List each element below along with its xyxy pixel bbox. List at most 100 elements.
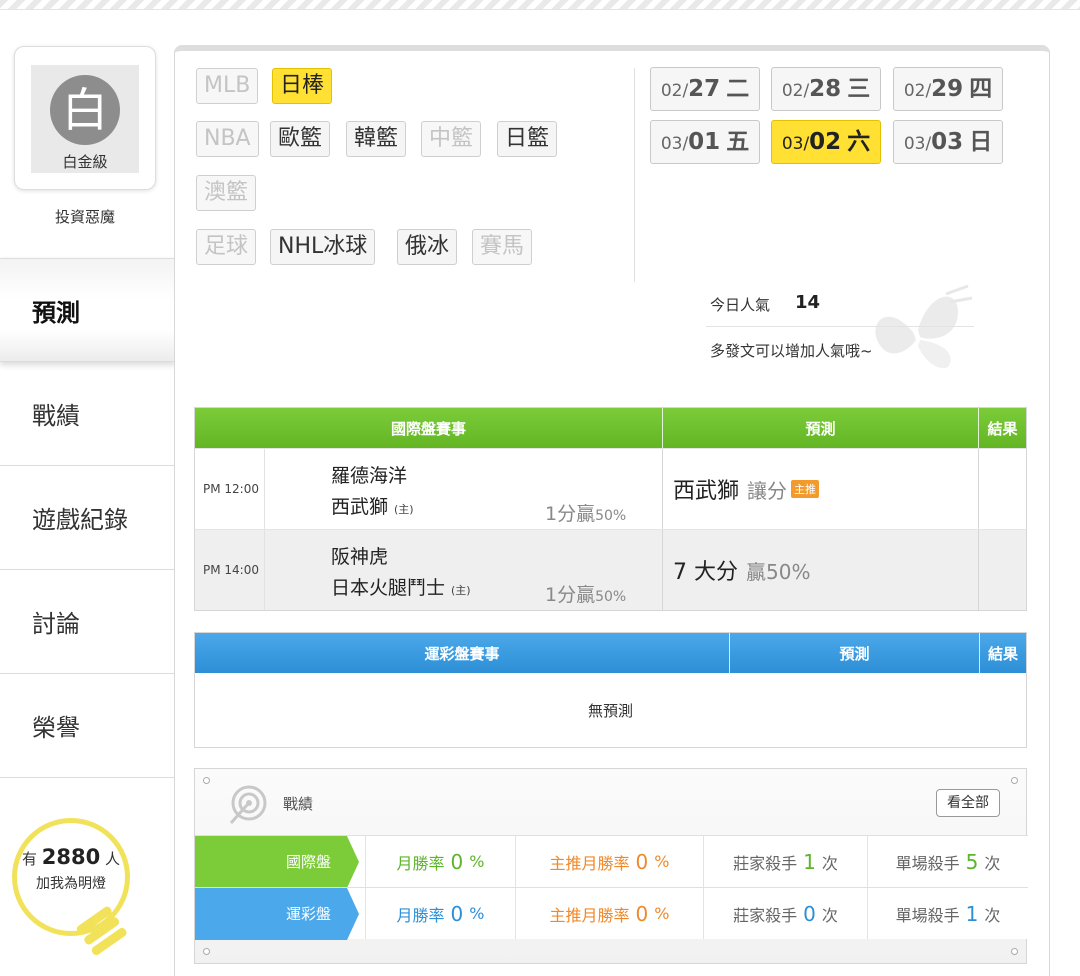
pick-team: 西武獅 bbox=[673, 479, 740, 504]
nav-game-history[interactable]: 遊戲紀錄 bbox=[0, 466, 174, 570]
sport-tag-aus-basketball[interactable]: 澳籃 bbox=[196, 175, 257, 211]
nav-record[interactable]: 戰績 bbox=[0, 362, 174, 466]
pick-team: 7 大分 bbox=[673, 560, 738, 585]
avatar: 白 bbox=[50, 75, 120, 145]
empty-message: 無預測 bbox=[587, 701, 633, 720]
sport-tag-khl[interactable]: 俄冰 bbox=[397, 229, 458, 265]
game-teams: 阪神虎 日本火腿鬥士 (主) 1分贏50% bbox=[265, 530, 663, 610]
record-row-label: 運彩盤 bbox=[285, 905, 331, 923]
date-button-selected[interactable]: 03/02 六 bbox=[771, 120, 881, 164]
single-killer: 單場殺手 5 次 bbox=[867, 836, 1028, 887]
sport-tag-soccer[interactable]: 足球 bbox=[196, 229, 257, 265]
divider bbox=[706, 326, 974, 327]
away-team: 羅德海洋 bbox=[331, 465, 408, 487]
record-row-intl: 國際盤 月勝率 0% 主推月勝率 0% 莊家殺手 1 次 單場殺手 5 次 bbox=[195, 835, 1028, 888]
sport-tag-mlb[interactable]: MLB bbox=[196, 68, 259, 104]
sidebar: 白 白金級 投資惡魔 戰績 遊戲紀錄 討論 榮譽 預測 有 2880 人 加我為… bbox=[0, 0, 176, 976]
game-teams: 羅德海洋 西武獅 (主) 1分贏50% bbox=[265, 449, 663, 529]
nav-label: 討論 bbox=[32, 610, 80, 638]
record-title: 戰績 bbox=[283, 795, 314, 813]
nav-label: 遊戲紀錄 bbox=[32, 506, 128, 534]
home-mark: (主) bbox=[394, 503, 414, 516]
bank-killer: 莊家殺手 1 次 bbox=[703, 836, 867, 887]
popularity-hint: 多發文可以增加人氣哦~ bbox=[710, 342, 873, 360]
date-button[interactable]: 02/27 二 bbox=[650, 67, 760, 111]
home-team: 日本火腿鬥士 bbox=[331, 577, 446, 599]
col-result: 結果 bbox=[987, 419, 1018, 438]
featured-badge: 主推 bbox=[791, 480, 820, 498]
sport-tag-china-basketball[interactable]: 中籃 bbox=[421, 121, 482, 157]
lamp-prefix: 有 bbox=[21, 850, 37, 868]
monthly-win-rate: 月勝率 0% bbox=[365, 888, 515, 939]
nav-prediction[interactable]: 預測 bbox=[0, 258, 176, 362]
date-button[interactable]: 03/01 五 bbox=[650, 120, 760, 164]
corner-dot bbox=[1011, 777, 1018, 784]
result-cell bbox=[979, 449, 1026, 529]
table-header: 國際盤賽事 預測 結果 bbox=[195, 408, 1026, 448]
prediction-cell: 西武獅 讓分 主推 bbox=[663, 449, 979, 529]
butterfly-icon bbox=[875, 284, 973, 369]
featured-win-rate: 主推月勝率 0% bbox=[515, 836, 703, 887]
pick-type: 讓分 bbox=[747, 478, 788, 503]
pick-type: 贏50% bbox=[746, 559, 811, 584]
lottery-predictions-table: 運彩盤賽事 預測 結果 無預測 bbox=[194, 632, 1027, 748]
popularity-value: 14 bbox=[795, 292, 821, 313]
profile-badge: 白 白金級 bbox=[31, 65, 139, 173]
single-killer: 單場殺手 1 次 bbox=[867, 888, 1028, 939]
corner-dot bbox=[203, 777, 210, 784]
username: 投資惡魔 bbox=[54, 208, 115, 226]
lamp-suffix: 人 bbox=[105, 850, 121, 868]
level-label: 白金級 bbox=[62, 153, 108, 171]
profile-card[interactable]: 白 白金級 bbox=[14, 46, 156, 190]
date-button[interactable]: 03/03 日 bbox=[893, 120, 1003, 164]
table-row[interactable]: PM 14:00 阪神虎 日本火腿鬥士 (主) 1分贏50% 7 大分 贏50% bbox=[195, 529, 1026, 610]
target-icon bbox=[229, 785, 267, 824]
home-mark: (主) bbox=[451, 584, 471, 597]
spread: 1分贏 bbox=[545, 503, 596, 525]
corner-dot bbox=[203, 948, 210, 955]
bank-killer: 莊家殺手 0 次 bbox=[703, 888, 867, 939]
prediction-cell: 7 大分 贏50% bbox=[663, 530, 979, 610]
divider bbox=[634, 68, 635, 282]
sport-tag-npb[interactable]: 日棒 bbox=[272, 68, 333, 104]
col-prediction: 預測 bbox=[663, 408, 979, 448]
spread: 1分贏 bbox=[545, 584, 596, 606]
col-result: 結果 bbox=[987, 644, 1018, 663]
lamp-count: 2880 bbox=[41, 845, 101, 869]
sport-tag-nba[interactable]: NBA bbox=[196, 121, 259, 157]
sport-tag-euro-basketball[interactable]: 歐籃 bbox=[270, 121, 331, 157]
game-time: PM 12:00 bbox=[195, 449, 265, 529]
lamp-cta: 加我為明燈 bbox=[36, 876, 106, 892]
col-event: 國際盤賽事 bbox=[195, 408, 663, 448]
game-time: PM 14:00 bbox=[195, 530, 265, 610]
record-panel: 戰績 看全部 國際盤 月勝率 0% 主推月勝率 0% 莊家殺手 1 次 單場殺手 5 次 運… bbox=[194, 768, 1028, 964]
date-button[interactable]: 02/28 三 bbox=[771, 67, 881, 111]
spread-pct: 50% bbox=[595, 508, 627, 524]
table-header: 運彩盤賽事 預測 結果 bbox=[195, 633, 1026, 673]
featured-win-rate: 主推月勝率 0% bbox=[515, 888, 703, 939]
sport-tag-korea-basketball[interactable]: 韓籃 bbox=[346, 121, 407, 157]
see-all-button[interactable]: 看全部 bbox=[936, 789, 1000, 817]
nav-honor[interactable]: 榮譽 bbox=[0, 674, 174, 778]
nav-label: 戰績 bbox=[32, 402, 80, 430]
nav-label: 預測 bbox=[32, 298, 80, 327]
home-team: 西武獅 bbox=[331, 496, 389, 518]
nav-discussion[interactable]: 討論 bbox=[0, 570, 174, 674]
nav-label: 榮譽 bbox=[32, 714, 80, 742]
popularity-label: 今日人氣 bbox=[710, 296, 771, 314]
col-prediction: 預測 bbox=[730, 633, 980, 673]
intl-predictions-table: 國際盤賽事 預測 結果 PM 12:00 羅德海洋 西武獅 (主) 1分贏50% … bbox=[194, 407, 1027, 611]
record-row-lottery: 運彩盤 月勝率 0% 主推月勝率 0% 莊家殺手 0 次 單場殺手 1 次 bbox=[195, 887, 1028, 940]
table-row[interactable]: PM 12:00 羅德海洋 西武獅 (主) 1分贏50% 西武獅 讓分 主推 bbox=[195, 448, 1026, 529]
date-button[interactable]: 02/29 四 bbox=[893, 67, 1003, 111]
sport-tag-japan-basketball[interactable]: 日籃 bbox=[497, 121, 558, 157]
sport-tag-nhl[interactable]: NHL冰球 bbox=[270, 229, 376, 265]
monthly-win-rate: 月勝率 0% bbox=[365, 836, 515, 887]
spread-pct: 50% bbox=[595, 589, 627, 605]
result-cell bbox=[979, 530, 1026, 610]
sport-tag-horse-racing[interactable]: 賽馬 bbox=[472, 229, 533, 265]
col-event: 運彩盤賽事 bbox=[195, 633, 730, 673]
record-row-label: 國際盤 bbox=[285, 853, 331, 871]
away-team: 阪神虎 bbox=[331, 546, 389, 568]
corner-dot bbox=[1011, 948, 1018, 955]
